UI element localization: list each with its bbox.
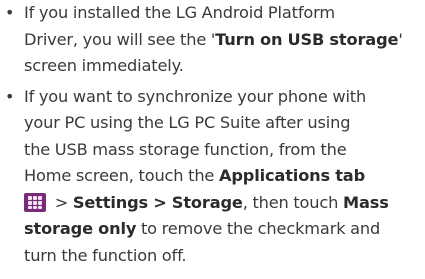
bullet-marker: • [5, 86, 15, 106]
document-page: • If you installed the LG Android Platfo… [0, 0, 425, 269]
text-line: > Settings > Storage, then touch Mass [24, 190, 425, 217]
bullet-marker: • [5, 3, 15, 22]
list-item-usb-driver: • If you installed the LG Android Platfo… [0, 0, 425, 80]
text-line: screen immediately. [24, 56, 184, 75]
text-line: the USB mass storage function, from the [24, 139, 347, 159]
applications-grid-icon [24, 192, 46, 212]
settings-storage-path-label: Settings > Storage [72, 192, 243, 212]
turn-on-usb-storage-label: Turn on USB storage [215, 29, 399, 49]
text-line: your PC using the LG PC Suite after usin… [24, 113, 351, 132]
text-line: Driver, you will see the 'Turn on USB st… [24, 29, 403, 49]
text-line: turn the function off. [24, 245, 187, 265]
text-line: If you want to synchronize your phone wi… [24, 86, 367, 106]
list-item-pc-suite-sync: • If you want to synchronize your phone … [0, 84, 425, 270]
text-line: Home screen, touch the Applications tab [24, 166, 366, 185]
mass-storage-label-end: storage only [24, 219, 137, 238]
text-line: If you installed the LG Android Platform [24, 3, 335, 22]
text-line: storage only to remove the checkmark and [24, 219, 381, 238]
applications-tab-label: Applications tab [218, 166, 366, 185]
mass-storage-label-start: Mass [342, 192, 389, 212]
